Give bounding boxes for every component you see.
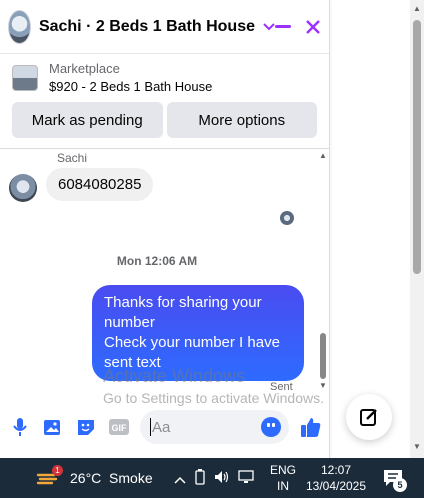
message-list: Sachi 6084080285 Mon 12:06 AM Thanks for… <box>0 149 330 395</box>
sticker-icon[interactable] <box>74 416 97 439</box>
more-options-button[interactable]: More options <box>166 102 317 138</box>
close-icon[interactable] <box>305 19 321 35</box>
weather-alert-badge: 1 <box>52 465 63 476</box>
message-timestamp: Mon 12:06 AM <box>116 254 198 268</box>
contact-avatar[interactable] <box>8 9 31 44</box>
marketplace-panel: Marketplace $920 - 2 Beds 1 Bath House M… <box>0 54 329 149</box>
read-receipt-avatar <box>280 211 294 225</box>
outgoing-message-text: Thanks for sharing your number Check you… <box>104 294 280 371</box>
scroll-up-arrow-icon[interactable]: ▲ <box>413 4 421 13</box>
mark-as-pending-button[interactable]: Mark as pending <box>12 102 163 138</box>
system-tray <box>174 469 254 488</box>
clock-time: 12:07 <box>320 463 352 477</box>
gif-icon[interactable]: GIF <box>107 416 130 439</box>
compose-icon <box>360 409 377 426</box>
incoming-message[interactable]: 6084080285 <box>46 168 154 201</box>
message-input[interactable]: Aa <box>140 410 289 444</box>
listing-title[interactable]: $920 - 2 Beds 1 Bath House <box>49 78 212 96</box>
weather-text[interactable]: 26°C Smoke <box>70 470 153 486</box>
thumbs-up-icon[interactable] <box>299 416 322 439</box>
notification-count-badge: 5 <box>393 478 407 492</box>
message-scroll-thumb[interactable] <box>320 333 326 379</box>
windows-taskbar: 1 26°C Smoke ENG IN 12:07 13/04/2025 5 <box>0 458 424 498</box>
clock[interactable]: 12:07 13/04/2025 <box>305 462 367 494</box>
page-scrollbar[interactable]: ▲ ▼ <box>410 0 424 458</box>
show-hidden-icons-chevron-icon[interactable] <box>174 471 186 487</box>
page-scroll-thumb[interactable] <box>413 20 421 274</box>
scroll-down-arrow-icon[interactable]: ▼ <box>319 381 327 390</box>
sent-status: Sent <box>270 381 293 393</box>
minimize-icon[interactable] <box>275 25 291 28</box>
chat-title[interactable]: Sachi · 2 Beds 1 Bath House <box>39 18 255 36</box>
language-indicator[interactable]: ENG IN <box>270 462 296 494</box>
scroll-down-arrow-icon[interactable]: ▼ <box>413 442 421 451</box>
microphone-icon[interactable] <box>8 416 31 439</box>
chat-window: Sachi · 2 Beds 1 Bath House Marketplace … <box>0 0 330 458</box>
emoji-icon[interactable] <box>261 417 281 437</box>
new-message-button[interactable] <box>346 394 392 440</box>
battery-icon[interactable] <box>194 469 206 488</box>
message-scrollbar[interactable]: ▲ ▼ <box>318 149 328 395</box>
composer-bar: GIF Aa <box>0 407 330 447</box>
gif-label: GIF <box>111 423 127 433</box>
marketplace-label: Marketplace <box>49 61 120 76</box>
clock-date: 13/04/2025 <box>305 479 367 493</box>
photo-icon[interactable] <box>41 416 64 439</box>
keyboard-region: IN <box>277 479 289 493</box>
text-caret <box>150 418 151 436</box>
message-input-placeholder: Aa <box>152 418 171 436</box>
volume-icon[interactable] <box>214 470 230 487</box>
listing-thumbnail[interactable] <box>12 65 38 91</box>
outgoing-message[interactable]: Thanks for sharing your number Check you… <box>92 285 304 381</box>
network-icon[interactable] <box>238 470 254 487</box>
language-code: ENG <box>270 463 297 477</box>
sender-avatar[interactable] <box>9 174 37 202</box>
chat-header: Sachi · 2 Beds 1 Bath House <box>0 0 329 54</box>
sender-name: Sachi <box>57 151 88 165</box>
chevron-down-icon[interactable] <box>263 19 275 34</box>
scroll-up-arrow-icon[interactable]: ▲ <box>319 151 327 160</box>
